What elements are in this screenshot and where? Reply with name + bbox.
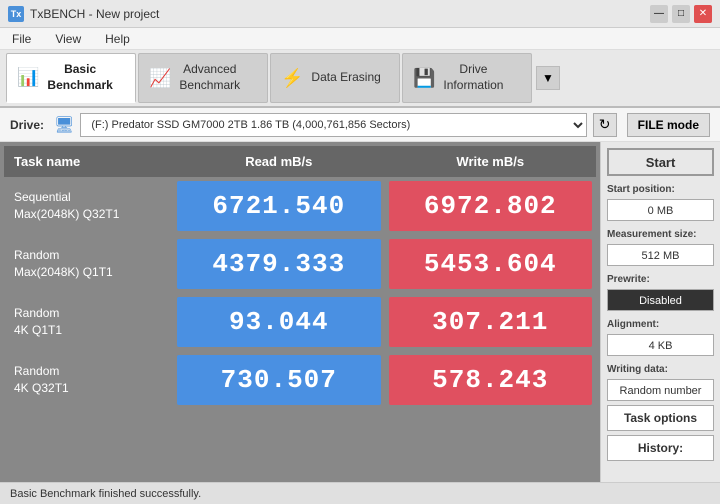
drive-info-icon: 💾 [413, 68, 435, 89]
write-value-2: 307.211 [385, 293, 596, 351]
status-text: Basic Benchmark finished successfully. [10, 488, 201, 500]
prewrite-value: Disabled [607, 289, 714, 311]
task-options-button[interactable]: Task options [607, 405, 714, 431]
table-row: SequentialMax(2048K) Q32T1 6721.540 6972… [4, 177, 596, 235]
toolbar-overflow[interactable]: ▼ [536, 66, 560, 90]
benchmark-table: Task name Read mB/s Write mB/s Sequentia… [4, 146, 596, 409]
writing-data-value: Random number [607, 379, 714, 401]
write-value-1: 5453.604 [385, 235, 596, 293]
toolbar: 📊 Basic Benchmark 📈 Advanced Benchmark ⚡… [0, 50, 720, 108]
task-name-2: Random4K Q1T1 [4, 293, 173, 351]
task-name-0: SequentialMax(2048K) Q32T1 [4, 177, 173, 235]
app-icon: Tx [8, 6, 24, 22]
task-name-3: Random4K Q32T1 [4, 351, 173, 409]
tab-erase-label: Data Erasing [311, 70, 380, 86]
prewrite-label: Prewrite: [607, 274, 714, 285]
drive-selector[interactable]: (F:) Predator SSD GM7000 2TB 1.86 TB (4,… [80, 113, 586, 137]
main-content: Task name Read mB/s Write mB/s Sequentia… [0, 142, 720, 482]
start-position-value: 0 MB [607, 199, 714, 221]
tab-data-erasing[interactable]: ⚡ Data Erasing [270, 53, 400, 103]
window-title: TxBENCH - New project [30, 7, 159, 21]
measurement-size-label: Measurement size: [607, 229, 714, 240]
title-bar: Tx TxBENCH - New project — □ ✕ [0, 0, 720, 28]
minimize-button[interactable]: — [650, 5, 668, 23]
basic-benchmark-icon: 📊 [17, 67, 39, 88]
read-value-1: 4379.333 [173, 235, 384, 293]
tab-basic-benchmark[interactable]: 📊 Basic Benchmark [6, 53, 136, 103]
tab-drive-information[interactable]: 💾 Drive Information [402, 53, 532, 103]
right-panel: Start Start position: 0 MB Measurement s… [600, 142, 720, 482]
write-value-3: 578.243 [385, 351, 596, 409]
tab-basic-label: Basic Benchmark [47, 62, 112, 93]
tab-advanced-label: Advanced Benchmark [179, 62, 240, 93]
title-controls: — □ ✕ [650, 5, 712, 23]
read-value-3: 730.507 [173, 351, 384, 409]
task-name-1: RandomMax(2048K) Q1T1 [4, 235, 173, 293]
history-button[interactable]: History: [607, 435, 714, 461]
start-button[interactable]: Start [607, 148, 714, 176]
drive-label: Drive: [10, 118, 44, 132]
status-bar: Basic Benchmark finished successfully. [0, 482, 720, 504]
read-value-0: 6721.540 [173, 177, 384, 235]
close-button[interactable]: ✕ [694, 5, 712, 23]
menu-help[interactable]: Help [101, 30, 134, 48]
tab-advanced-benchmark[interactable]: 📈 Advanced Benchmark [138, 53, 268, 103]
alignment-value: 4 KB [607, 334, 714, 356]
alignment-label: Alignment: [607, 319, 714, 330]
drive-row: Drive: 🖥 (F:) Predator SSD GM7000 2TB 1.… [0, 108, 720, 142]
tab-drive-label: Drive Information [443, 62, 503, 93]
drive-select-wrap: 🖥 (F:) Predator SSD GM7000 2TB 1.86 TB (… [54, 113, 617, 137]
start-position-label: Start position: [607, 184, 714, 195]
menu-file[interactable]: File [8, 30, 35, 48]
refresh-button[interactable]: ↻ [593, 113, 617, 137]
refresh-icon: ↻ [599, 116, 611, 133]
table-row: RandomMax(2048K) Q1T1 4379.333 5453.604 [4, 235, 596, 293]
write-value-0: 6972.802 [385, 177, 596, 235]
col-header-task: Task name [4, 146, 173, 177]
measurement-size-value: 512 MB [607, 244, 714, 266]
writing-data-label: Writing data: [607, 364, 714, 375]
menu-bar: File View Help [0, 28, 720, 50]
menu-view[interactable]: View [51, 30, 85, 48]
file-mode-button[interactable]: FILE mode [627, 113, 710, 137]
drive-type-icon: 🖥 [54, 115, 74, 135]
read-value-2: 93.044 [173, 293, 384, 351]
title-bar-left: Tx TxBENCH - New project [8, 6, 159, 22]
col-header-write: Write mB/s [385, 146, 596, 177]
restore-button[interactable]: □ [672, 5, 690, 23]
advanced-benchmark-icon: 📈 [149, 68, 171, 89]
table-row: Random4K Q1T1 93.044 307.211 [4, 293, 596, 351]
benchmark-table-area: Task name Read mB/s Write mB/s Sequentia… [0, 142, 600, 482]
col-header-read: Read mB/s [173, 146, 384, 177]
table-row: Random4K Q32T1 730.507 578.243 [4, 351, 596, 409]
data-erasing-icon: ⚡ [281, 68, 303, 89]
